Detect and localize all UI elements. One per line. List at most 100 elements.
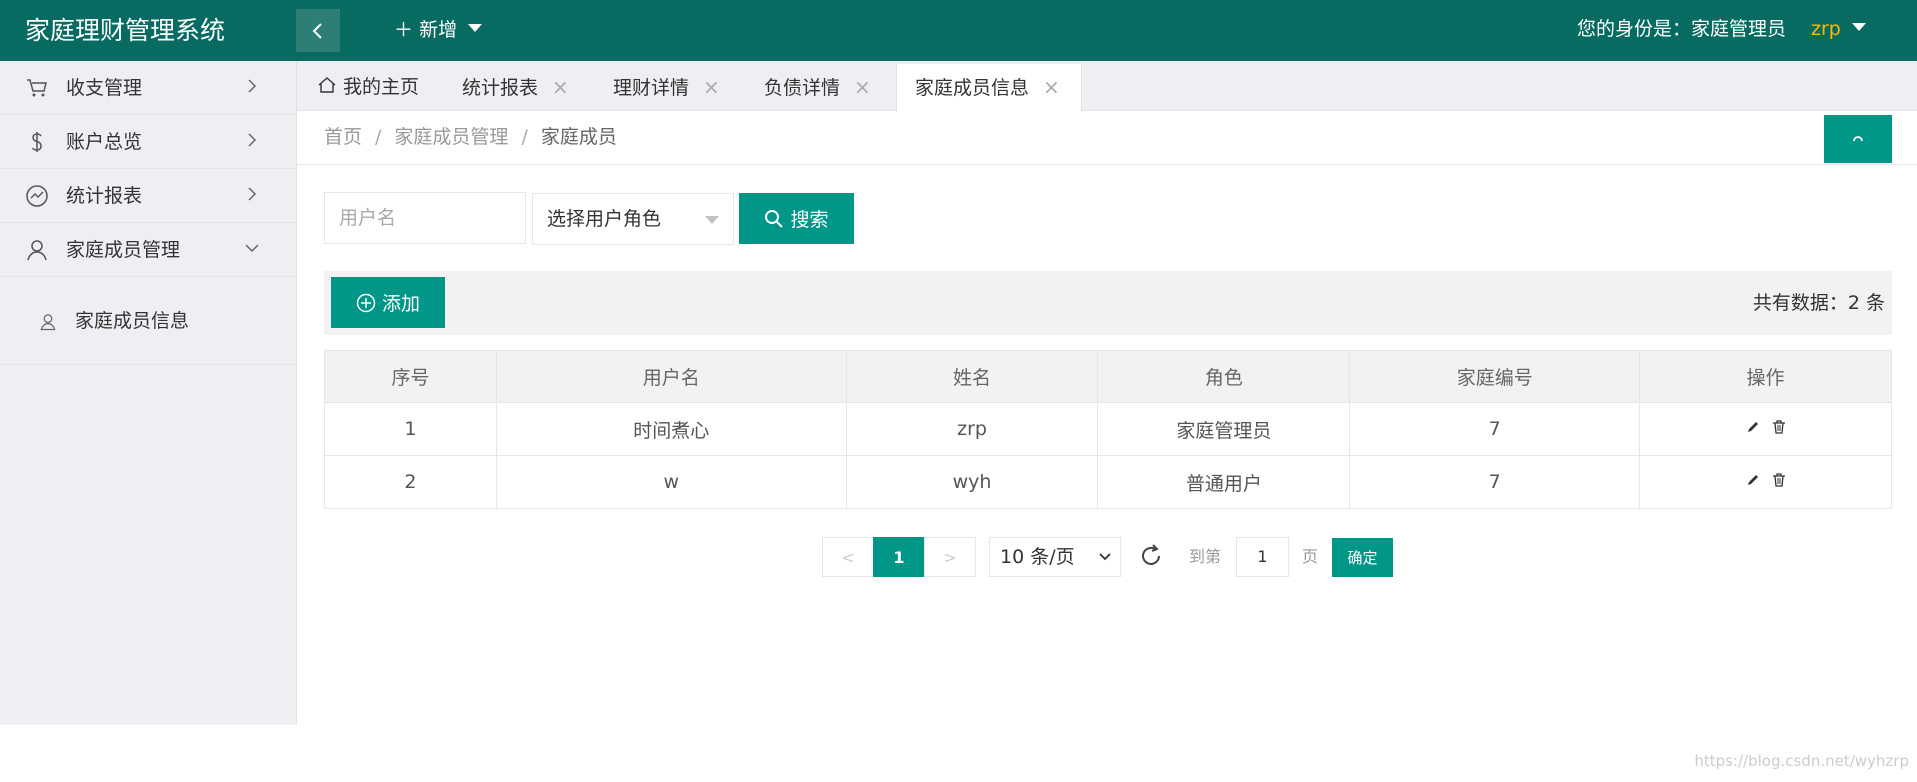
column-header: 用户名 xyxy=(495,350,847,403)
table-toolbar: 添加 共有数据：2 条 xyxy=(324,271,1892,335)
table-row: 1 时间煮心 zrp 家庭管理员 7 xyxy=(324,402,1892,456)
pagination-refresh-icon[interactable] xyxy=(1137,542,1165,570)
breadcrumb-family-management[interactable]: 家庭成员管理 xyxy=(394,126,508,148)
close-icon[interactable]: × xyxy=(854,75,871,99)
table-cell: w xyxy=(496,455,847,509)
pagination-next-button[interactable]: > xyxy=(924,537,976,577)
sidebar-item-label: 家庭成员管理 xyxy=(66,239,181,261)
total-count: 共有数据：2 条 xyxy=(1752,292,1885,314)
caret-down-icon xyxy=(468,23,483,32)
dollar-icon xyxy=(31,132,42,152)
breadcrumb-home[interactable]: 首页 xyxy=(324,126,362,148)
table-cell: 7 xyxy=(1349,402,1641,456)
tab-label: 家庭成员信息 xyxy=(915,77,1030,99)
search-button[interactable]: 搜索 xyxy=(739,193,854,244)
column-header: 操作 xyxy=(1639,350,1892,403)
sidebar-item-label: 收支管理 xyxy=(66,77,143,99)
table-row: 2 w wyh 普通用户 7 xyxy=(324,455,1892,509)
refresh-page-button[interactable] xyxy=(1824,115,1892,163)
user-name: zrp xyxy=(1811,18,1841,40)
caret-down-icon xyxy=(705,216,719,224)
close-icon[interactable]: × xyxy=(1043,75,1060,99)
breadcrumb-current: 家庭成员 xyxy=(540,126,617,148)
refresh-icon xyxy=(1853,136,1863,142)
sidebar: 收支管理 账户总览 统计报表 家庭成员管理 家庭成员信息 xyxy=(0,61,297,725)
pagination-current-page[interactable]: 1 xyxy=(873,537,925,577)
sidebar-item-label: 统计报表 xyxy=(66,185,143,207)
table-header-row: 序号 用户名 姓名 角色 家庭编号 操作 xyxy=(324,350,1892,403)
goto-page-input[interactable]: 1 xyxy=(1236,537,1289,577)
column-header: 家庭编号 xyxy=(1349,350,1641,403)
tab-reports[interactable]: 统计报表 × xyxy=(462,64,569,111)
watermark: https://blog.csdn.net/wyhzrp xyxy=(1694,752,1909,770)
sidebar-subitem-family-member-info[interactable]: 家庭成员信息 xyxy=(0,277,296,365)
edit-icon[interactable] xyxy=(1745,419,1761,435)
table-actions xyxy=(1639,455,1892,509)
chevron-right-icon xyxy=(248,79,257,93)
caret-down-icon xyxy=(1851,22,1866,31)
table-cell: wyh xyxy=(846,455,1099,509)
tab-label: 我的主页 xyxy=(343,76,420,98)
table-cell: 时间煮心 xyxy=(496,402,847,456)
add-new-menu[interactable]: ＋ 新增 xyxy=(394,0,483,61)
sidebar-item-reports[interactable]: 统计报表 xyxy=(0,169,296,223)
table-cell: 1 xyxy=(324,402,497,456)
page-size-select[interactable]: 10 条/页 xyxy=(989,537,1121,577)
tab-home[interactable]: 我的主页 xyxy=(317,64,419,111)
edit-icon[interactable] xyxy=(1745,472,1761,488)
username-search-input[interactable]: 用户名 xyxy=(324,192,526,244)
sidebar-item-income-expense[interactable]: 收支管理 xyxy=(0,61,296,115)
table-cell: 家庭管理员 xyxy=(1097,402,1351,456)
close-icon[interactable]: × xyxy=(703,75,720,99)
chevron-left-icon xyxy=(312,22,322,39)
user-role-select[interactable]: 选择用户角色 xyxy=(532,193,734,245)
column-header: 序号 xyxy=(324,350,497,403)
tab-debt-details[interactable]: 负债详情 × xyxy=(764,64,871,111)
user-menu[interactable]: zrp xyxy=(1811,0,1866,61)
breadcrumb-divider xyxy=(297,164,1917,165)
add-member-button[interactable]: 添加 xyxy=(331,277,445,328)
sidebar-item-label: 账户总览 xyxy=(66,131,143,153)
goto-label: 到第 xyxy=(1189,547,1222,566)
tab-label: 统计报表 xyxy=(462,77,539,99)
tab-label: 理财详情 xyxy=(613,77,690,99)
close-icon[interactable]: × xyxy=(552,75,569,99)
pagination-prev-button[interactable]: < xyxy=(822,537,874,577)
trash-icon[interactable] xyxy=(1771,472,1787,488)
tab-finance-details[interactable]: 理财详情 × xyxy=(613,64,720,111)
collapse-sidebar-button[interactable] xyxy=(296,9,340,52)
table-cell: zrp xyxy=(846,402,1099,456)
table-cell: 2 xyxy=(324,455,497,509)
add-button-label: 添加 xyxy=(381,293,420,315)
plus-circle-icon xyxy=(356,293,376,312)
role-text: 您的身份是：家庭管理员 xyxy=(1577,18,1787,40)
app-title: 家庭理财管理系统 xyxy=(25,16,226,45)
column-header: 角色 xyxy=(1097,350,1351,403)
top-header: 家庭理财管理系统 ＋ 新增 您的身份是：家庭管理员 zrp xyxy=(0,0,1917,61)
role-select-value: 选择用户角色 xyxy=(547,208,662,230)
chevron-right-icon xyxy=(248,133,257,147)
sidebar-subitem-label: 家庭成员信息 xyxy=(75,310,190,332)
chevron-down-icon xyxy=(1099,553,1111,561)
plus-icon: ＋ xyxy=(394,19,414,41)
sidebar-item-family-members[interactable]: 家庭成员管理 xyxy=(0,223,296,277)
tab-label: 负债详情 xyxy=(764,77,841,99)
search-icon xyxy=(765,209,784,228)
chart-icon xyxy=(26,185,48,207)
trash-icon[interactable] xyxy=(1771,419,1787,435)
page-size-value: 10 条/页 xyxy=(1000,546,1075,568)
user-icon xyxy=(40,314,56,331)
table-cell: 7 xyxy=(1349,455,1641,509)
sidebar-item-accounts[interactable]: 账户总览 xyxy=(0,115,296,169)
cart-icon xyxy=(27,79,47,97)
column-header: 姓名 xyxy=(845,350,1099,403)
family-members-table: 序号 用户名 姓名 角色 家庭编号 操作 1 时间煮心 zrp 家庭管理员 7 … xyxy=(324,350,1892,509)
user-icon xyxy=(27,240,47,261)
breadcrumb: 首页 / 家庭成员管理 / 家庭成员 xyxy=(324,126,617,148)
search-button-label: 搜索 xyxy=(790,209,829,231)
add-new-label: 新增 xyxy=(419,19,458,41)
chevron-down-icon xyxy=(245,244,259,253)
tab-bar: 我的主页 统计报表 × 理财详情 × 负债详情 × 家庭成员信息 × xyxy=(297,61,1917,112)
goto-confirm-button[interactable]: 确定 xyxy=(1332,538,1393,577)
tab-family-member-info[interactable]: 家庭成员信息 × xyxy=(896,64,1082,112)
